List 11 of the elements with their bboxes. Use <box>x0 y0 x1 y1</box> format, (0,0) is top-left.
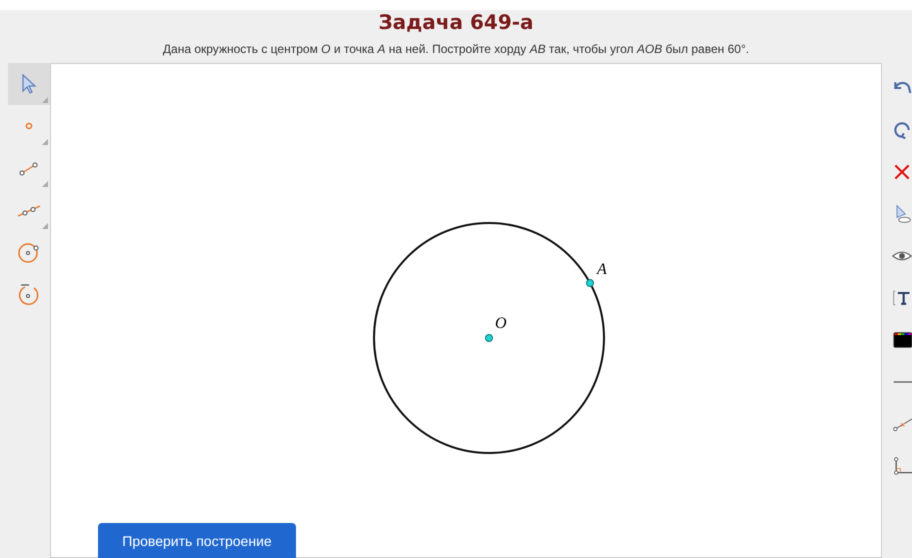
compass-icon <box>17 282 41 306</box>
tool-button[interactable] <box>8 63 50 105</box>
point-icon <box>25 122 33 130</box>
point-marker[interactable] <box>586 279 594 287</box>
point-marker[interactable] <box>485 334 493 342</box>
point-label: O <box>495 315 507 332</box>
drawing-canvas[interactable]: O A Проверить построение <box>50 63 882 558</box>
task-description: Дана окружность с центром O и точка A на ней. Постройте хорду AB так, чтобы угол AOB был равен 60°. <box>162 41 750 58</box>
check-construction-button[interactable]: Проверить построение <box>98 523 296 558</box>
point-label: A <box>597 261 607 278</box>
task-title: Задача 649-а <box>378 10 534 34</box>
